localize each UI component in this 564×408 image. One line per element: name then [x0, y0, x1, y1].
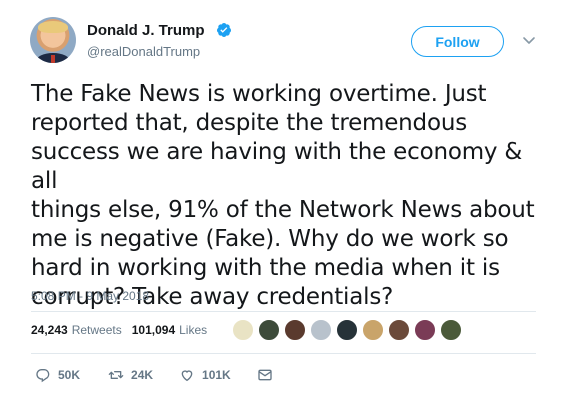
- liker-avatar[interactable]: [258, 319, 280, 341]
- like-count: 101K: [202, 368, 231, 382]
- liker-avatar[interactable]: [336, 319, 358, 341]
- likes-label[interactable]: Likes: [179, 323, 207, 337]
- direct-message-button[interactable]: [257, 367, 273, 383]
- divider: [31, 353, 536, 354]
- reply-icon: [36, 369, 50, 383]
- liker-avatar[interactable]: [232, 319, 254, 341]
- like-button[interactable]: 101K: [179, 367, 231, 383]
- reply-count: 50K: [58, 368, 81, 382]
- follow-button[interactable]: Follow: [411, 26, 504, 57]
- avatar[interactable]: [30, 17, 76, 63]
- envelope-icon: [258, 369, 272, 381]
- retweet-button[interactable]: 24K: [108, 367, 153, 383]
- reply-button[interactable]: 50K: [35, 367, 80, 383]
- retweet-count: 24K: [131, 368, 154, 382]
- tweet-timestamp[interactable]: 5:08 PM - 9 May 2018: [31, 289, 149, 303]
- action-bar: 50K 24K 101K: [35, 367, 273, 383]
- retweet-icon: [108, 371, 124, 379]
- liker-avatar[interactable]: [388, 319, 410, 341]
- chevron-down-icon[interactable]: [522, 35, 536, 47]
- liker-avatar[interactable]: [440, 319, 462, 341]
- liker-avatar[interactable]: [284, 319, 306, 341]
- verified-badge-icon: [216, 23, 231, 37]
- user-handle[interactable]: @realDonaldTrump: [87, 44, 200, 59]
- liker-avatar[interactable]: [414, 319, 436, 341]
- divider: [31, 311, 536, 312]
- retweets-count[interactable]: 24,243: [31, 323, 68, 337]
- liker-avatar[interactable]: [310, 319, 332, 341]
- liker-avatar[interactable]: [362, 319, 384, 341]
- user-name[interactable]: Donald J. Trump: [87, 22, 205, 39]
- tweet-text: The Fake News is working overtime. Just …: [31, 81, 535, 310]
- heart-icon: [181, 370, 193, 382]
- retweets-label[interactable]: Retweets: [72, 323, 122, 337]
- likers-avatars: [232, 319, 462, 341]
- tweet-stats: 24,243 Retweets 101,094 Likes: [31, 323, 207, 337]
- likes-count[interactable]: 101,094: [132, 323, 175, 337]
